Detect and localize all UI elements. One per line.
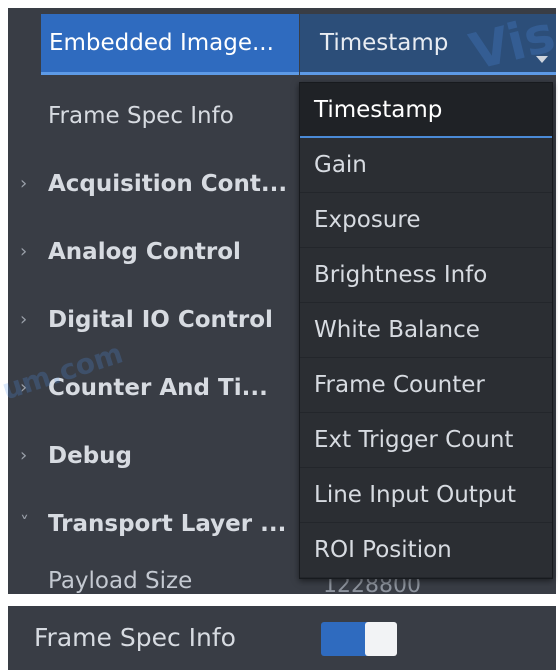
tree-row-label: Acquisition Cont... <box>48 171 288 197</box>
dropdown-option[interactable]: Brightness Info <box>300 248 552 303</box>
embedded-image-name-cell[interactable]: Embedded Image... <box>41 14 299 75</box>
tree-row-label: Digital IO Control <box>48 307 273 333</box>
dropdown-option[interactable]: Frame Counter <box>300 358 552 413</box>
tree-row-label: Frame Spec Info <box>48 103 234 129</box>
chevron-right-icon[interactable]: › <box>20 150 27 218</box>
chevron-right-icon[interactable]: › <box>20 286 27 354</box>
dropdown-option-label: White Balance <box>314 317 480 343</box>
chevron-down-icon[interactable] <box>536 56 548 63</box>
chevron-down-icon[interactable]: ˅ <box>20 490 29 558</box>
tree-row-label: Debug <box>48 443 132 469</box>
dropdown-option[interactable]: White Balance <box>300 303 552 358</box>
dropdown-option-label: Frame Counter <box>314 372 485 398</box>
embedded-image-value: Timestamp <box>320 30 449 56</box>
dropdown-option-label: Exposure <box>314 207 421 233</box>
frame-spec-info-toggle[interactable] <box>321 622 397 656</box>
embedded-image-row[interactable]: Embedded Image... Timestamp <box>8 14 556 78</box>
tree-row-label: Counter And Ti... <box>48 375 268 401</box>
frame-spec-info-label: Frame Spec Info <box>34 623 236 652</box>
chevron-right-icon[interactable]: › <box>20 218 27 286</box>
dropdown-option-label: Gain <box>314 152 367 178</box>
payload-size-label: Payload Size <box>48 568 193 594</box>
chevron-right-icon[interactable]: › <box>20 354 27 422</box>
embedded-image-dropdown-list: Timestamp Gain Exposure Brightness Info Whit… <box>299 82 553 579</box>
dropdown-option[interactable]: Gain <box>300 138 552 193</box>
dropdown-option[interactable]: Timestamp <box>300 83 552 138</box>
embedded-image-label: Embedded Image... <box>49 30 274 56</box>
toggle-knob[interactable] <box>365 622 397 656</box>
dropdown-option[interactable]: ROI Position <box>300 523 552 578</box>
dropdown-option-label: Brightness Info <box>314 262 488 288</box>
frame-spec-info-row: Frame Spec Info <box>8 606 556 670</box>
dropdown-option[interactable]: Ext Trigger Count <box>300 413 552 468</box>
dropdown-option-label: Line Input Output <box>314 482 517 508</box>
dropdown-option[interactable]: Line Input Output <box>300 468 552 523</box>
dropdown-option-label: ROI Position <box>314 537 452 563</box>
embedded-image-value-select[interactable]: Timestamp <box>300 14 556 75</box>
dropdown-option[interactable]: Exposure <box>300 193 552 248</box>
dropdown-option-label: Ext Trigger Count <box>314 427 514 453</box>
chevron-right-icon[interactable]: › <box>20 422 27 490</box>
tree-row-label: Transport Layer ... <box>48 511 287 537</box>
tree-row-label: Analog Control <box>48 239 241 265</box>
dropdown-option-label: Timestamp <box>314 97 443 123</box>
